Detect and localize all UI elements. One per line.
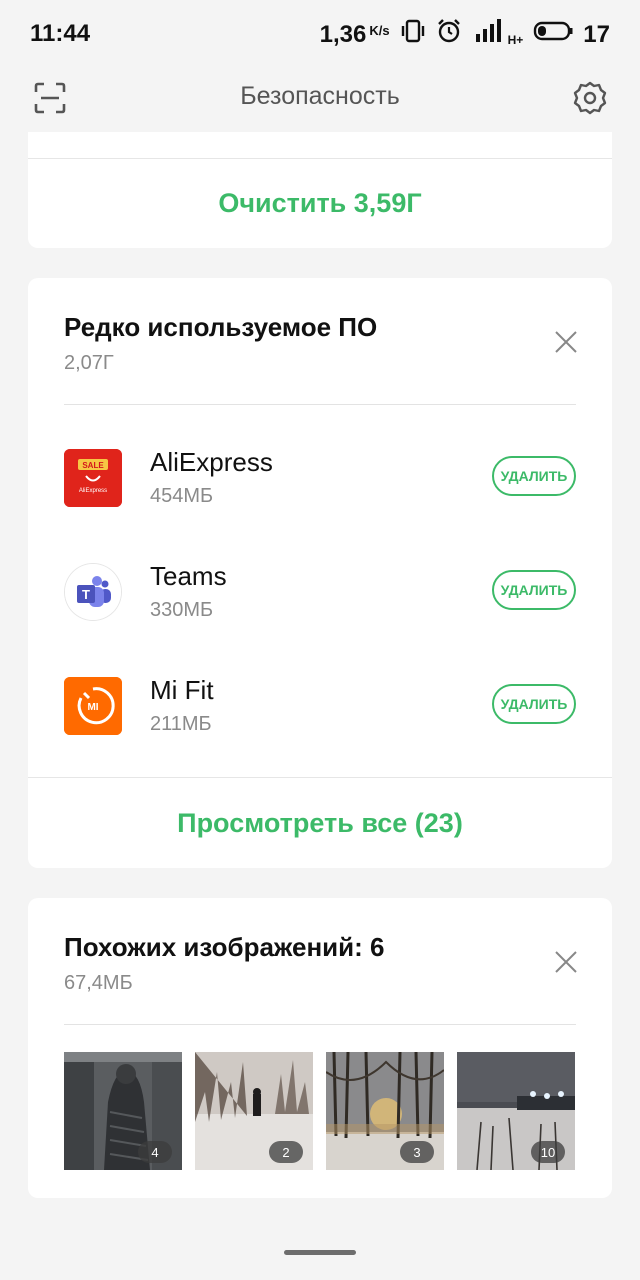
status-time: 11:44 <box>30 20 91 47</box>
app-size: 330МБ <box>150 599 214 621</box>
thumbnail-row: 4 2 3 10 <box>64 1052 576 1170</box>
app-name: Mi Fit <box>150 675 214 705</box>
app-row-aliexpress[interactable]: SALE AliExpress AliExpress 454МБ УДАЛИТЬ <box>28 435 612 525</box>
status-bar: 11:44 1,36 K/s H+ 17 <box>0 0 640 68</box>
group-count-badge: 2 <box>269 1141 303 1163</box>
page-title: Безопасность <box>240 82 400 110</box>
teams-icon-letter: T <box>82 587 90 602</box>
card-title: Редко используемое ПО <box>64 312 378 342</box>
divider <box>28 158 612 159</box>
image-thumbnail[interactable]: 2 <box>195 1052 313 1170</box>
divider <box>64 404 576 405</box>
image-thumbnail[interactable]: 10 <box>457 1052 575 1170</box>
close-icon[interactable] <box>554 950 578 974</box>
gear-icon[interactable] <box>570 78 610 118</box>
cleanup-card: Очистить 3,59Г <box>28 132 612 248</box>
divider <box>64 1024 576 1025</box>
app-row-mi-fit[interactable]: MI Mi Fit 211МБ УДАЛИТЬ <box>28 663 612 753</box>
network-speed: 1,36 K/s <box>320 21 390 49</box>
view-all-button[interactable]: Просмотреть все (23) <box>28 808 612 839</box>
divider <box>28 777 612 778</box>
vibrate-icon <box>400 18 426 51</box>
rare-apps-card: Редко используемое ПО 2,07Г SALE AliExpr… <box>28 278 612 868</box>
app-name: AliExpress <box>150 447 273 477</box>
group-count-badge: 4 <box>138 1141 172 1163</box>
alarm-icon <box>436 18 462 51</box>
image-thumbnail[interactable]: 4 <box>64 1052 182 1170</box>
teams-icon: T <box>64 563 122 621</box>
battery-level: 17 <box>583 20 610 48</box>
delete-button[interactable]: УДАЛИТЬ <box>492 570 576 610</box>
mi-fit-icon: MI <box>64 677 122 735</box>
status-icons: 1,36 K/s H+ 17 <box>320 18 610 51</box>
similar-images-card: Похожих изображений: 6 67,4МБ 4 2 3 10 <box>28 898 612 1198</box>
app-name: Teams <box>150 561 227 591</box>
battery-icon <box>533 20 573 49</box>
navigation-bar <box>0 1226 640 1280</box>
card-size: 2,07Г <box>64 352 114 374</box>
aliexpress-icon-sale: SALE <box>82 461 104 470</box>
mi-fit-icon-label: MI <box>87 702 98 713</box>
app-bar: Безопасность <box>0 68 640 128</box>
signal-icon <box>472 18 504 51</box>
app-size: 211МБ <box>150 713 212 735</box>
card-size: 67,4МБ <box>64 972 133 994</box>
clean-button[interactable]: Очистить 3,59Г <box>28 188 612 219</box>
network-speed-value: 1,36 <box>319 20 367 48</box>
aliexpress-icon: SALE AliExpress <box>64 449 122 507</box>
group-count-badge: 10 <box>531 1141 565 1163</box>
network-type: H+ <box>507 32 524 47</box>
delete-button[interactable]: УДАЛИТЬ <box>492 684 576 724</box>
aliexpress-icon-label: AliExpress <box>79 488 107 494</box>
image-thumbnail[interactable]: 3 <box>326 1052 444 1170</box>
close-icon[interactable] <box>554 330 578 354</box>
group-count-badge: 3 <box>400 1141 434 1163</box>
delete-button[interactable]: УДАЛИТЬ <box>492 456 576 496</box>
network-speed-unit: K/s <box>369 22 390 38</box>
home-gesture-bar[interactable] <box>284 1250 356 1255</box>
app-size: 454МБ <box>150 485 214 507</box>
card-title: Похожих изображений: 6 <box>64 932 385 962</box>
app-row-teams[interactable]: T Teams 330МБ УДАЛИТЬ <box>28 549 612 639</box>
